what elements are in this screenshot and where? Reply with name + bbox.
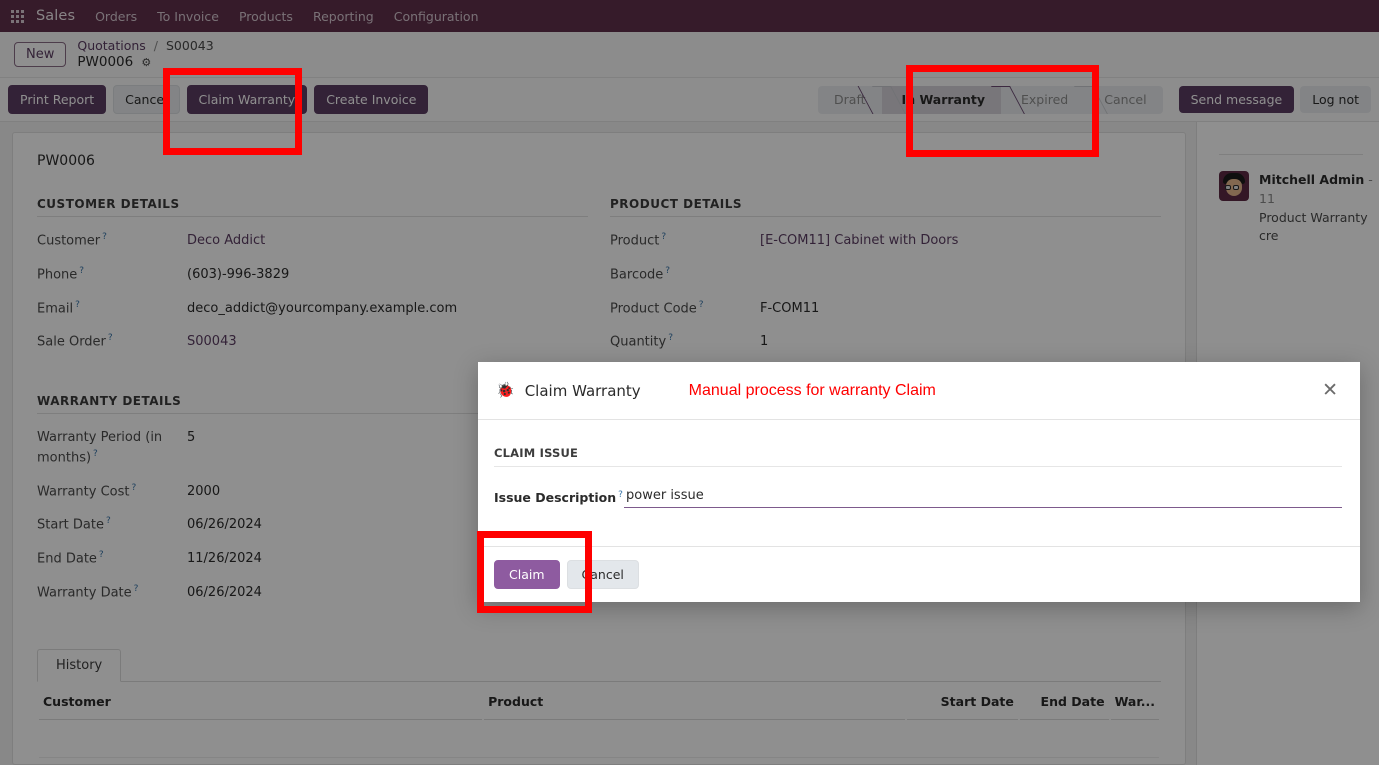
issue-description-input-wrap[interactable] <box>624 487 1342 508</box>
screen: Sales Orders To Invoice Products Reporti… <box>0 0 1379 765</box>
dialog-header: 🐞 Claim Warranty Manual process for warr… <box>478 362 1360 420</box>
close-icon[interactable]: ✕ <box>1316 377 1344 404</box>
annotation-box-modal-claim-button <box>477 531 592 613</box>
issue-description-input[interactable] <box>624 487 1342 504</box>
help-icon[interactable]: ? <box>618 490 623 500</box>
issue-description-label: Issue Description? <box>494 490 624 505</box>
annotation-box-status-in-warranty <box>906 65 1099 157</box>
dialog-title: Claim Warranty <box>525 382 641 400</box>
claim-issue-title: CLAIM ISSUE <box>494 446 1342 467</box>
issue-description-row: Issue Description? <box>494 487 1342 508</box>
claim-warranty-dialog: 🐞 Claim Warranty Manual process for warr… <box>478 362 1360 602</box>
dialog-footer: Claim Cancel <box>478 546 1360 602</box>
bug-icon: 🐞 <box>496 383 515 398</box>
dialog-body: CLAIM ISSUE Issue Description? <box>478 420 1360 546</box>
annotation-box-claim-warranty-button <box>163 68 302 155</box>
annotation-text: Manual process for warranty Claim <box>689 382 936 400</box>
